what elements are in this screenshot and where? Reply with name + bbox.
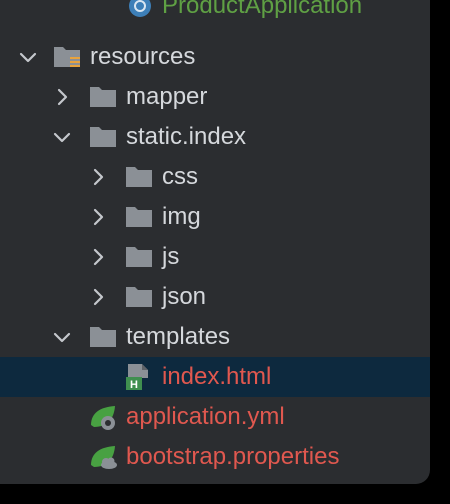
tree-item-label: js (162, 243, 180, 270)
tree-item-label: static.index (126, 123, 247, 150)
tree-item-static-index[interactable]: static.index (0, 117, 430, 157)
chevron-right-icon[interactable] (86, 205, 110, 229)
tree-item-templates[interactable]: templates (0, 317, 430, 357)
tree-item-css[interactable]: css (0, 157, 430, 197)
chevron-right-icon[interactable] (86, 165, 110, 189)
resources-folder-icon (52, 43, 82, 71)
spring-config-icon (88, 403, 118, 431)
chevron-right-icon[interactable] (50, 85, 74, 109)
tree-item-label: resources (90, 43, 196, 70)
project-tree-panel: ProductApplication resources mapper stat… (0, 0, 430, 484)
chevron-down-icon[interactable] (50, 125, 74, 149)
tree-item-json[interactable]: json (0, 277, 430, 317)
svg-text:H: H (130, 379, 138, 391)
spring-app-icon (126, 0, 156, 20)
folder-icon (124, 283, 154, 311)
tree-item-label: css (162, 163, 198, 190)
tree-item-label: img (162, 203, 201, 230)
chevron-right-icon[interactable] (86, 285, 110, 309)
folder-icon (88, 123, 118, 151)
tree-item-bootstrap-properties[interactable]: bootstrap.properties (0, 437, 430, 477)
tree-item-application-yml[interactable]: application.yml (0, 397, 430, 437)
tree-item-mapper[interactable]: mapper (0, 77, 430, 117)
tree-item-label: templates (126, 323, 231, 350)
folder-icon (88, 83, 118, 111)
tree-item-label: ProductApplication (162, 0, 363, 19)
html-file-icon: H (124, 363, 154, 391)
tree-item-label: application.yml (126, 403, 285, 430)
tree-item-label: bootstrap.properties (126, 443, 340, 470)
spring-bootstrap-icon (88, 443, 118, 471)
folder-icon (124, 203, 154, 231)
folder-icon (124, 243, 154, 271)
chevron-right-icon[interactable] (86, 245, 110, 269)
tree-item-index-html[interactable]: H index.html (0, 357, 430, 397)
tree-item-product-application[interactable]: ProductApplication (0, 0, 430, 26)
tree-item-js[interactable]: js (0, 237, 430, 277)
chevron-down-icon[interactable] (50, 325, 74, 349)
tree-item-label: mapper (126, 83, 208, 110)
chevron-down-icon[interactable] (16, 45, 40, 69)
tree-item-img[interactable]: img (0, 197, 430, 237)
folder-icon (124, 163, 154, 191)
folder-icon (88, 323, 118, 351)
tree-item-label: json (162, 283, 207, 310)
tree-item-resources[interactable]: resources (0, 37, 430, 77)
tree-item-label: index.html (162, 363, 272, 390)
